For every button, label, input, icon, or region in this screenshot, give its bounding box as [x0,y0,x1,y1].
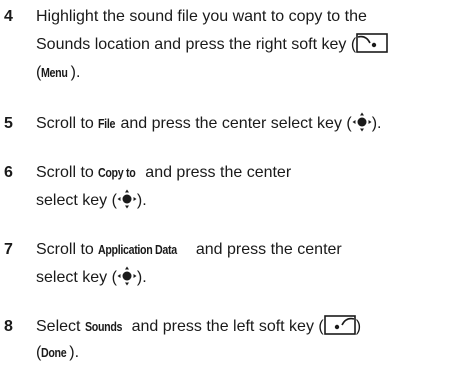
step-text: Select [36,318,85,335]
application-data-keyword: Application Data [98,242,178,257]
step-text: ) [355,318,362,335]
step-text: ). [371,115,382,132]
step-text-line: select key (). [36,264,147,292]
step-text: and press the left soft key ( [127,318,324,335]
step-text: ). [136,269,147,286]
instruction-steps: 4 Highlight the sound file you want to c… [0,0,465,366]
step-text: ). [70,64,81,81]
step-text-line: Scroll to Application Data and press the… [36,236,342,264]
step-text: Sounds location and press the right soft… [36,36,357,53]
left-soft-key-icon [323,315,356,335]
step-text-line: Highlight the sound file you want to cop… [36,3,367,31]
center-select-key-icon [117,266,137,286]
step-text-line: (Done). [36,339,79,367]
menu-keyword: Menu [41,65,68,80]
right-soft-key-icon [356,33,388,53]
step-text: Highlight the sound file you want to cop… [36,8,367,25]
step-text: ). [69,344,80,361]
step-text-line: Scroll to File and press the center sele… [36,110,382,138]
center-select-key-icon [117,189,137,209]
sounds-keyword: Sounds [84,319,123,334]
step-text-line: Sounds location and press the right soft… [36,31,388,59]
step-number: 8 [4,318,13,335]
step-text: and press the center [140,164,292,181]
step-text-line: Scroll to Copy to and press the center [36,159,291,187]
center-select-key-icon [352,112,372,132]
step-text: select key ( [36,192,117,209]
file-keyword: File [98,116,116,131]
step-number: 7 [4,241,13,258]
step-text: ). [136,192,147,209]
step-number: 6 [4,164,13,181]
step-text-line: select key (). [36,187,147,215]
done-keyword: Done [41,345,67,360]
step-text: and press the center [191,241,342,258]
step-text: Scroll to [36,164,99,181]
step-text: Scroll to [36,115,99,132]
step-text-line: Select Sounds and press the left soft ke… [36,313,361,341]
step-text: and press the center select key ( [116,115,352,132]
step-text: Scroll to [36,241,99,258]
step-text: select key ( [36,269,117,286]
step-number: 4 [4,8,13,25]
step-text-line: (Menu). [36,59,80,87]
step-number: 5 [4,115,13,132]
copy-to-keyword: Copy to [98,165,136,180]
